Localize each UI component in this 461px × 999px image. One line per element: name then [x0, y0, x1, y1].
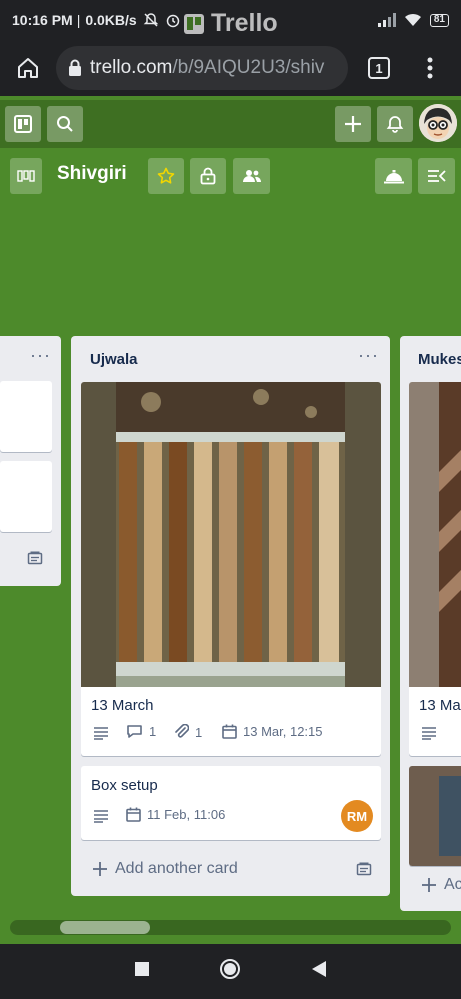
list-item[interactable]: [0, 461, 52, 532]
circle-icon: [220, 959, 241, 979]
url-host: trello.com: [90, 57, 173, 78]
trello-logo-icon: [184, 13, 204, 34]
card-template-icon[interactable]: [356, 861, 372, 882]
description-badge: [421, 726, 437, 740]
recents-button[interactable]: [135, 962, 150, 981]
avatar-icon: [419, 104, 457, 142]
notifications-button[interactable]: [377, 106, 413, 142]
home-button[interactable]: [0, 40, 56, 96]
service-bell-icon: [383, 170, 404, 184]
star-board-button[interactable]: [148, 158, 184, 194]
due-date-badge: 13 Mar, 12:15: [222, 724, 323, 739]
card-title: 13 Ma: [419, 697, 461, 714]
add-card-button[interactable]: Add another card: [93, 860, 238, 878]
due-date-text: 11 Feb, 11:06: [147, 807, 226, 822]
members-button[interactable]: [233, 158, 270, 194]
search-button[interactable]: [47, 106, 83, 142]
members-icon: [242, 170, 261, 182]
battery-indicator: 81: [429, 13, 449, 27]
description-icon: [94, 727, 108, 740]
browser-menu-button[interactable]: [410, 57, 450, 79]
menu-collapse-icon: [427, 170, 446, 182]
alarm-icon: [166, 14, 179, 28]
search-icon: [57, 116, 73, 132]
tab-count: 1: [368, 57, 390, 79]
card-box-setup[interactable]: Box setup 11 Feb, 11:06 RM: [81, 766, 381, 840]
comment-icon: [127, 725, 142, 738]
home-icon: [18, 58, 38, 78]
list-menu-icon[interactable]: ···: [358, 345, 379, 366]
list-item[interactable]: [409, 766, 461, 866]
trello-logo[interactable]: Trello: [184, 9, 278, 38]
scrollbar-thumb[interactable]: [60, 921, 150, 934]
show-menu-button[interactable]: [418, 158, 455, 194]
add-card-label: Ac: [444, 876, 461, 893]
status-separator: |: [76, 12, 81, 28]
home-nav-button[interactable]: [219, 958, 241, 985]
create-button[interactable]: [335, 106, 371, 142]
due-date-text: 13 Mar, 12:15: [243, 724, 323, 739]
comments-badge: 1: [126, 724, 156, 739]
network-speed: 0.0KB/s: [85, 12, 137, 28]
card-13-march[interactable]: 13 March 1 1 13 Mar, 12:15: [81, 382, 381, 756]
board-title[interactable]: Shivgiri: [57, 163, 127, 185]
lock-icon: [200, 167, 216, 185]
visibility-button[interactable]: [190, 158, 226, 194]
system-nav-bar: [0, 944, 461, 999]
description-badge: [93, 726, 109, 740]
member-avatar[interactable]: RM: [341, 800, 373, 832]
list-partial-right: Mukes 13 Ma Ac: [400, 336, 461, 911]
card-13-ma[interactable]: 13 Ma: [409, 382, 461, 756]
description-icon: [94, 810, 108, 823]
calendar-icon: [222, 724, 237, 739]
square-icon: [135, 962, 150, 976]
plus-icon: [345, 116, 361, 132]
boards-icon: [14, 115, 32, 133]
signal-icon: [377, 13, 396, 27]
tab-switcher-button[interactable]: 1: [348, 57, 410, 79]
due-date-badge: 11 Feb, 11:06: [126, 807, 225, 822]
calendar-icon: [126, 807, 141, 822]
avatar[interactable]: [419, 104, 457, 142]
lock-icon: [68, 59, 82, 77]
add-card-label: Add another card: [115, 860, 238, 877]
card-cover-image: [409, 766, 461, 866]
paperclip-icon: [175, 724, 189, 738]
browser-toolbar: trello.com/b/9AIQU2U3/shiv 1: [0, 40, 461, 96]
list-ujwala: Ujwala ··· 13 March 1 1 13 Mar, 12:15 Bo…: [71, 336, 390, 896]
trello-logo-text: Trello: [211, 9, 278, 37]
boards-button[interactable]: [5, 106, 41, 142]
back-button[interactable]: [311, 961, 326, 982]
list-partial-left: ···: [0, 336, 61, 586]
card-cover-image: [409, 382, 461, 687]
star-icon: [157, 167, 175, 184]
card-title: Box setup: [91, 777, 158, 794]
attachment-count: 1: [195, 724, 203, 740]
add-card-button[interactable]: Ac: [422, 876, 461, 894]
url-path: /b/9AIQU2U3/shiv: [172, 57, 325, 78]
card-cover-image: [81, 382, 381, 687]
wifi-icon: [404, 13, 421, 26]
bell-icon: [386, 116, 404, 133]
list-title[interactable]: Ujwala: [90, 351, 138, 368]
more-vertical-icon: [427, 57, 433, 79]
address-bar[interactable]: trello.com/b/9AIQU2U3/shiv: [56, 46, 348, 90]
list-item[interactable]: [0, 381, 52, 452]
comment-count: 1: [149, 724, 157, 739]
board-columns-icon: [17, 170, 35, 182]
card-title: 13 March: [91, 697, 154, 714]
plus-icon: [93, 862, 107, 876]
status-time: 10:16 PM: [12, 12, 73, 28]
butler-button[interactable]: [375, 158, 412, 194]
list-menu-icon[interactable]: ···: [30, 345, 51, 366]
mute-notifications-icon: [143, 13, 159, 27]
board-switcher-button[interactable]: [10, 158, 42, 194]
description-icon: [422, 727, 436, 740]
list-title[interactable]: Mukes: [418, 351, 461, 368]
card-template-icon[interactable]: [27, 550, 43, 571]
attachments-badge: 1: [174, 724, 202, 740]
description-badge: [93, 809, 109, 823]
back-triangle-icon: [311, 961, 326, 977]
plus-icon: [422, 878, 436, 892]
